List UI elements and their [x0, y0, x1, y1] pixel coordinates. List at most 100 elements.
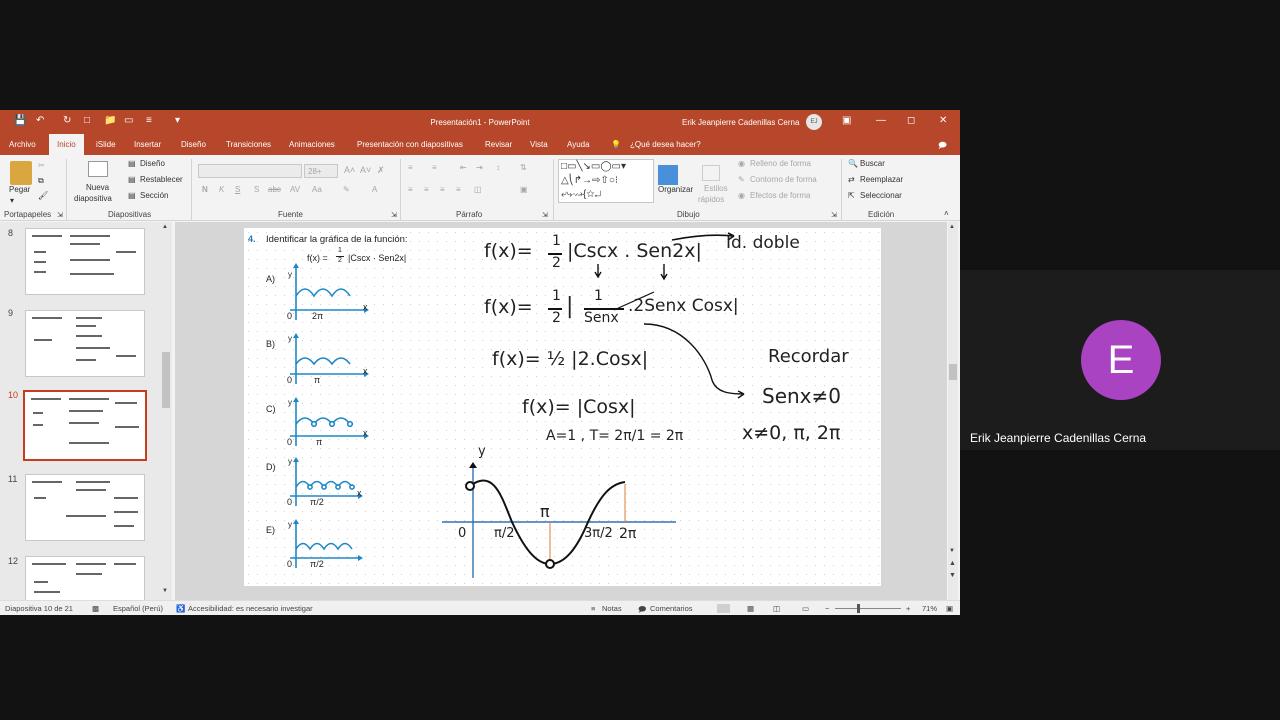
change-case-icon[interactable]: Aa — [312, 185, 322, 194]
zoom-slider-thumb[interactable] — [857, 604, 860, 613]
paste-dropdown-icon[interactable]: ▾ — [10, 196, 14, 205]
shape-fill-button[interactable]: Relleno de forma — [750, 159, 811, 168]
quick-styles-label-2[interactable]: rápidos — [698, 195, 724, 204]
zoom-slider[interactable] — [835, 608, 901, 609]
align-right-icon[interactable]: ≡ — [440, 185, 445, 194]
strikethrough-icon[interactable]: abc — [268, 185, 281, 194]
slide[interactable]: 4. Identificar la gráfica de la función:… — [244, 228, 881, 586]
slide-thumbnail-10-selected[interactable] — [23, 390, 147, 461]
tab-inicio[interactable]: Inicio — [49, 134, 84, 155]
slide-sorter-icon[interactable]: ▦ — [747, 604, 754, 613]
justify-icon[interactable]: ≡ — [456, 185, 461, 194]
copy-icon[interactable]: ⧉ — [38, 176, 44, 186]
tab-presentacion[interactable]: Presentación con diapositivas — [357, 140, 463, 149]
grow-font-icon[interactable]: A˄ — [344, 165, 355, 175]
reset-button[interactable]: Restablecer — [140, 175, 183, 184]
font-color-icon[interactable]: A — [372, 185, 377, 194]
slide-thumbnail-11[interactable] — [25, 474, 145, 541]
numbering-icon[interactable]: ≡ — [432, 163, 437, 172]
slideshow-view-icon[interactable]: ▭ — [802, 604, 809, 613]
arrange-icon[interactable] — [658, 165, 678, 185]
scroll-up-icon[interactable]: ▲ — [162, 224, 168, 230]
new-slide-label-1[interactable]: Nueva — [86, 183, 109, 192]
tab-revisar[interactable]: Revisar — [485, 140, 512, 149]
comments-icon[interactable]: 🗩 — [938, 140, 947, 154]
shape-outline-icon[interactable]: ✎ — [738, 175, 745, 184]
shape-fill-icon[interactable]: ◉ — [738, 159, 745, 168]
customize-toolbar-icon[interactable]: ▾ — [175, 115, 180, 126]
tab-diseno[interactable]: Diseño — [181, 140, 206, 149]
find-button[interactable]: Buscar — [860, 159, 885, 168]
line-spacing-icon[interactable]: ↕ — [496, 163, 500, 172]
clipboard-launcher-icon[interactable]: ⇲ — [57, 211, 63, 219]
arrange-button[interactable]: Organizar — [658, 185, 693, 194]
align-center-icon[interactable]: ≡ — [424, 185, 429, 194]
tab-vista[interactable]: Vista — [530, 140, 548, 149]
user-avatar[interactable]: EJ — [806, 114, 822, 130]
editor-scrollbar[interactable]: ▲ ▼ ▲ ▼ — [948, 222, 958, 600]
zoom-out-icon[interactable]: − — [825, 604, 829, 613]
quick-styles-label-1[interactable]: Estilos — [704, 184, 728, 193]
select-button[interactable]: Seleccionar — [860, 191, 902, 200]
ribbon-display-icon[interactable]: ▣ — [842, 115, 851, 126]
replace-icon[interactable]: ⇄ — [848, 175, 855, 184]
drawing-launcher-icon[interactable]: ⇲ — [831, 211, 837, 219]
paste-icon[interactable] — [10, 161, 32, 185]
replace-button[interactable]: Reemplazar — [860, 175, 903, 184]
columns-icon[interactable]: ◫ — [474, 185, 482, 194]
smartart-icon[interactable]: ▣ — [520, 185, 528, 194]
scroll-thumb[interactable] — [162, 352, 170, 408]
char-spacing-icon[interactable]: AV — [290, 185, 300, 194]
quick-styles-icon[interactable] — [702, 165, 720, 181]
undo-icon[interactable]: ↶ — [36, 115, 44, 126]
close-icon[interactable]: ✕ — [939, 115, 947, 126]
reading-view-icon[interactable]: ◫ — [773, 604, 780, 613]
save-icon[interactable]: 💾 — [14, 115, 26, 126]
italic-icon[interactable]: K — [219, 185, 224, 194]
cut-icon[interactable]: ✂ — [38, 161, 45, 170]
comments-status-icon[interactable]: 🗩 — [638, 604, 646, 615]
bullets-icon[interactable]: ≡ — [408, 163, 413, 172]
scroll-thumb[interactable] — [949, 364, 957, 380]
tab-insertar[interactable]: Insertar — [134, 140, 161, 149]
redo-icon[interactable]: ↻ — [63, 115, 71, 126]
language[interactable]: Español (Perú) — [113, 604, 163, 613]
tab-transiciones[interactable]: Transiciones — [226, 140, 271, 149]
scroll-down-icon[interactable]: ▼ — [949, 548, 955, 554]
tab-archivo[interactable]: Archivo — [9, 140, 36, 149]
font-size-field[interactable]: 28+ — [304, 164, 338, 178]
scroll-down-icon[interactable]: ▼ — [162, 588, 168, 594]
format-painter-icon[interactable]: 🖌 — [38, 191, 48, 200]
decrease-indent-icon[interactable]: ⇤ — [460, 163, 467, 172]
increase-indent-icon[interactable]: ⇥ — [476, 163, 483, 172]
new-file-icon[interactable]: □ — [84, 115, 90, 126]
accessibility-status[interactable]: Accesibilidad: es necesario investigar — [188, 604, 313, 613]
shrink-font-icon[interactable]: A˅ — [360, 165, 371, 175]
comments-button[interactable]: Comentarios — [650, 604, 693, 613]
notes-icon[interactable]: ≡ — [591, 604, 595, 613]
layout-icon[interactable]: ▤ — [128, 159, 136, 168]
slide-thumbnail-8[interactable] — [25, 228, 145, 295]
shape-effects-icon[interactable]: ◉ — [738, 191, 745, 200]
slideshow-icon[interactable]: ▭ — [124, 115, 133, 126]
participant-tile[interactable]: E Erik Jeanpierre Cadenillas Cerna — [960, 270, 1280, 450]
underline-icon[interactable]: S — [235, 185, 240, 194]
tab-animaciones[interactable]: Animaciones — [289, 140, 335, 149]
new-slide-icon[interactable] — [88, 161, 108, 177]
find-icon[interactable]: 🔍 — [848, 159, 858, 168]
zoom-level[interactable]: 71% — [922, 604, 937, 613]
new-slide-label-2[interactable]: diapositiva — [74, 194, 112, 203]
collapse-ribbon-icon[interactable]: ˄ — [944, 209, 949, 218]
shape-outline-button[interactable]: Contorno de forma — [750, 175, 817, 184]
layout-button[interactable]: Diseño — [140, 159, 165, 168]
accessibility-icon[interactable]: ♿ — [176, 604, 185, 613]
list-icon[interactable]: ≡ — [146, 115, 152, 126]
previous-slide-icon[interactable]: ▲ — [949, 560, 956, 567]
thumbnails-scrollbar[interactable]: ▲ ▼ — [161, 222, 171, 600]
text-direction-icon[interactable]: ⇅ — [520, 163, 527, 172]
fit-to-window-icon[interactable]: ▣ — [946, 604, 953, 613]
shape-effects-button[interactable]: Efectos de forma — [750, 191, 810, 200]
next-slide-icon[interactable]: ▼ — [949, 572, 956, 579]
section-icon[interactable]: ▤ — [128, 191, 136, 200]
maximize-icon[interactable]: ◻ — [907, 115, 915, 126]
